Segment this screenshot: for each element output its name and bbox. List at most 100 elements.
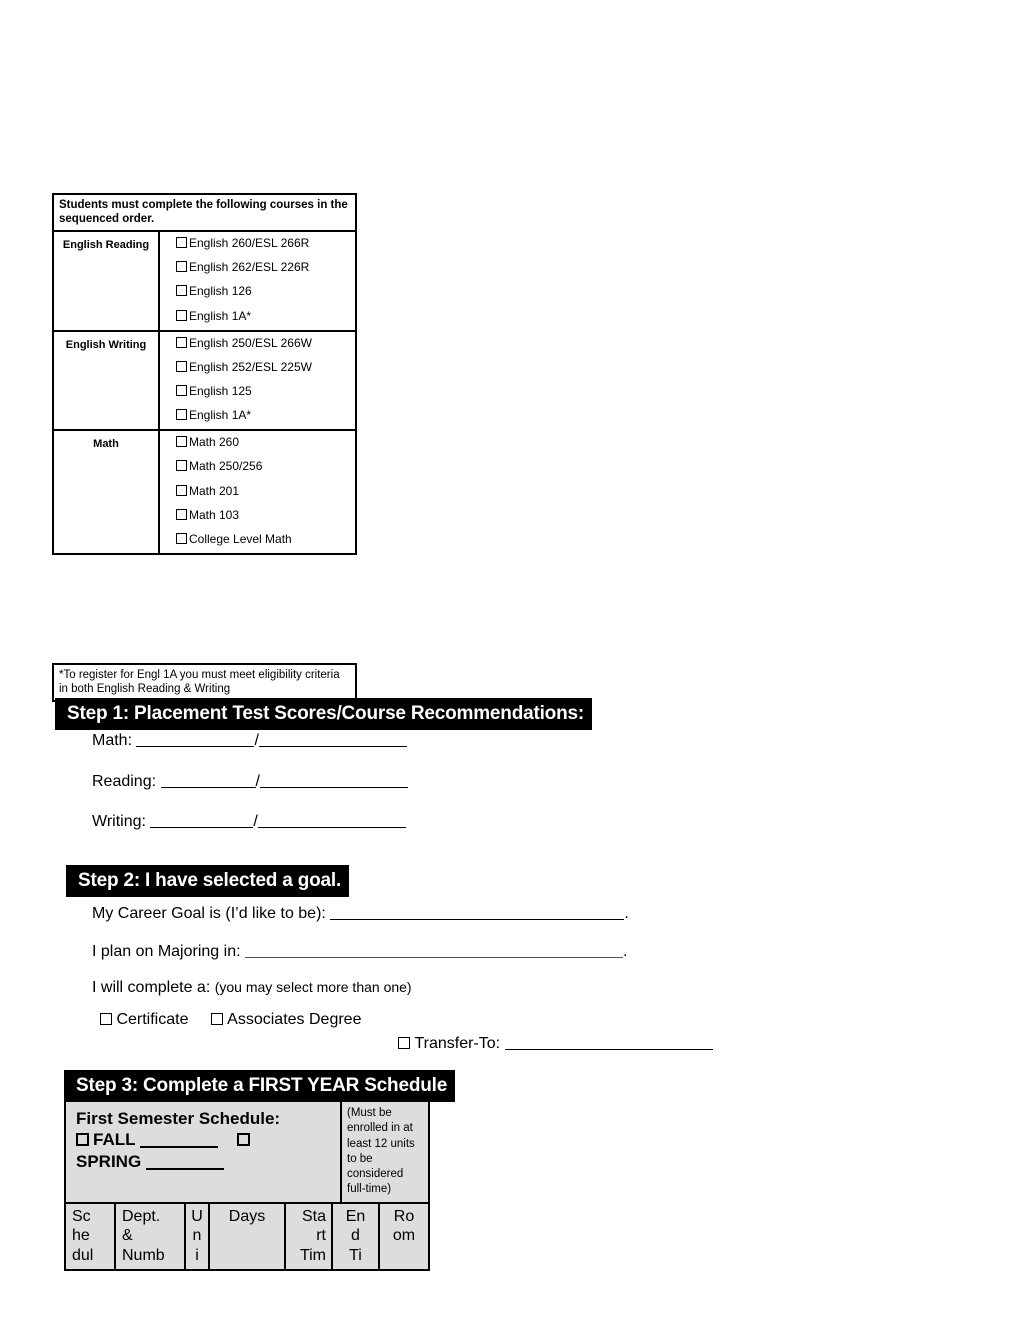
checkbox-icon[interactable]	[176, 309, 187, 321]
career-goal-label: My Career Goal is (I’d like to be):	[92, 905, 326, 922]
course-option-label: English 125	[189, 383, 252, 398]
course-option-label: Math 260	[189, 435, 240, 450]
checkbox-icon[interactable]	[100, 1013, 112, 1025]
course-option-label: English 1A*	[189, 408, 252, 423]
course-option-list: English 250/ESL 266W English 252/ESL 225…	[160, 332, 355, 430]
column-header-line: dul	[72, 1246, 94, 1264]
checkbox-icon[interactable]	[176, 261, 187, 273]
option-transfer-to[interactable]: Transfer-To:	[398, 1035, 713, 1053]
placement-field-writing: Writing: /	[92, 814, 406, 830]
option-certificate[interactable]: Certificate	[100, 1011, 188, 1028]
course-option[interactable]: College Level Math	[164, 532, 351, 546]
checkbox-icon[interactable]	[176, 532, 187, 544]
course-option-label: English 262/ESL 226R	[189, 260, 310, 275]
placement-field-writing-label: Writing:	[92, 813, 146, 830]
course-sequence-table: Students must complete the following cou…	[52, 193, 357, 556]
column-header-days: Days	[210, 1203, 286, 1270]
column-header-start-time: Sta rt Tim	[286, 1203, 333, 1270]
checkbox-icon[interactable]	[398, 1037, 410, 1049]
career-goal-input-blank[interactable]	[330, 919, 625, 920]
course-option-label: English 250/ESL 266W	[189, 335, 312, 350]
schedule-column-headers: Sc he dul Dept. & Numb U n i Days Sta rt…	[66, 1203, 428, 1270]
checkbox-icon[interactable]	[76, 1133, 89, 1147]
checkbox-icon[interactable]	[176, 237, 187, 249]
major-input-blank[interactable]	[244, 957, 623, 958]
completion-type-prompt: I will complete a: (you may select more …	[92, 980, 412, 996]
course-category-label: English Reading	[54, 232, 160, 330]
checkbox-icon[interactable]	[176, 336, 187, 348]
column-header-units: U n i	[186, 1203, 210, 1270]
course-table-row-math: Math Math 260 Math 250/256 Math 201 Math…	[54, 431, 355, 554]
placement-field-reading: Reading: /	[92, 774, 408, 790]
schedule-title: First Semester Schedule:	[76, 1109, 281, 1128]
course-option-label: College Level Math	[189, 531, 292, 546]
column-header-line: Days	[228, 1207, 266, 1225]
major-label: I plan on Majoring in:	[92, 943, 241, 960]
column-header-line: Tim	[299, 1246, 326, 1264]
major-period: .	[622, 943, 628, 960]
term-fall-year-blank[interactable]	[139, 1146, 218, 1149]
column-header-line: Dept.	[122, 1207, 161, 1225]
option-transfer-to-label: Transfer-To:	[414, 1035, 501, 1052]
course-option[interactable]: English 260/ESL 266R	[164, 236, 351, 250]
completion-type-label: I will complete a:	[92, 979, 211, 996]
placement-field-reading-label: Reading:	[92, 773, 157, 790]
checkbox-icon[interactable]	[176, 384, 187, 396]
step-3-banner: Step 3: Complete a FIRST YEAR Schedule	[64, 1070, 456, 1102]
course-option[interactable]: Math 103	[164, 508, 351, 522]
completion-type-options: Certificate Associates Degree	[100, 1011, 361, 1029]
course-option[interactable]: English 252/ESL 225W	[164, 360, 351, 374]
course-option[interactable]: English 1A*	[164, 408, 351, 422]
column-header-line: n	[192, 1227, 202, 1245]
checkbox-icon[interactable]	[176, 436, 187, 448]
column-header-line: En	[345, 1207, 366, 1225]
course-option[interactable]: Math 260	[164, 435, 351, 449]
course-option[interactable]: English 125	[164, 384, 351, 398]
column-header-line: Sc	[72, 1207, 91, 1225]
checkbox-icon[interactable]	[176, 409, 187, 421]
checkbox-icon[interactable]	[176, 360, 187, 372]
placement-field-math-course-blank[interactable]	[258, 746, 407, 747]
column-header-line: rt	[316, 1227, 326, 1245]
checkbox-icon[interactable]	[176, 285, 187, 297]
course-option[interactable]: Math 250/256	[164, 459, 351, 473]
completion-type-hint: (you may select more than one)	[214, 979, 412, 995]
course-option[interactable]: English 250/ESL 266W	[164, 336, 351, 350]
placement-field-writing-score-blank[interactable]	[150, 827, 254, 828]
column-header-line: Ti	[349, 1246, 362, 1264]
term-spring-year-blank[interactable]	[145, 1168, 224, 1171]
placement-field-math-label: Math:	[92, 732, 133, 749]
placement-field-reading-course-blank[interactable]	[259, 787, 408, 788]
term-fall-label: FALL	[93, 1130, 136, 1150]
column-header-line: d	[351, 1227, 360, 1245]
term-spring-label: SPRING	[76, 1152, 142, 1172]
course-option[interactable]: English 262/ESL 226R	[164, 260, 351, 274]
first-year-schedule-table: First Semester Schedule: FALL SPRING (Mu…	[64, 1100, 430, 1272]
option-associates-degree[interactable]: Associates Degree	[210, 1011, 361, 1028]
checkbox-icon[interactable]	[176, 460, 187, 472]
course-option[interactable]: English 126	[164, 284, 351, 298]
schedule-title-cell: First Semester Schedule: FALL SPRING	[66, 1102, 342, 1202]
column-header-end-time: En d Ti	[333, 1203, 380, 1270]
column-header-line: Numb	[122, 1246, 165, 1264]
placement-field-writing-course-blank[interactable]	[257, 827, 406, 828]
course-category-label: English Writing	[54, 331, 160, 430]
checkbox-icon[interactable]	[210, 1013, 223, 1025]
course-table-row-english-reading: English Reading English 260/ESL 266R Eng…	[54, 232, 355, 332]
checkbox-icon[interactable]	[176, 508, 187, 520]
column-header-dept-and-number: Dept. & Numb	[116, 1203, 186, 1270]
course-option[interactable]: Math 201	[164, 484, 351, 498]
schedule-term-spring: SPRING	[76, 1151, 334, 1173]
column-header-line: Ro	[393, 1207, 415, 1225]
placement-field-reading-score-blank[interactable]	[160, 787, 256, 788]
checkbox-icon[interactable]	[236, 1133, 250, 1147]
course-option-list: English 260/ESL 266R English 262/ESL 226…	[160, 232, 355, 330]
course-option-label: Math 250/256	[189, 459, 263, 474]
checkbox-icon[interactable]	[176, 484, 187, 496]
schedule-term-selectors: FALL	[76, 1129, 334, 1151]
course-option[interactable]: English 1A*	[164, 309, 351, 323]
placement-field-math-score-blank[interactable]	[136, 746, 255, 747]
transfer-to-input-blank-1[interactable]	[504, 1049, 613, 1050]
transfer-to-input-blank-2[interactable]	[612, 1049, 713, 1050]
column-header-line: i	[195, 1246, 199, 1264]
